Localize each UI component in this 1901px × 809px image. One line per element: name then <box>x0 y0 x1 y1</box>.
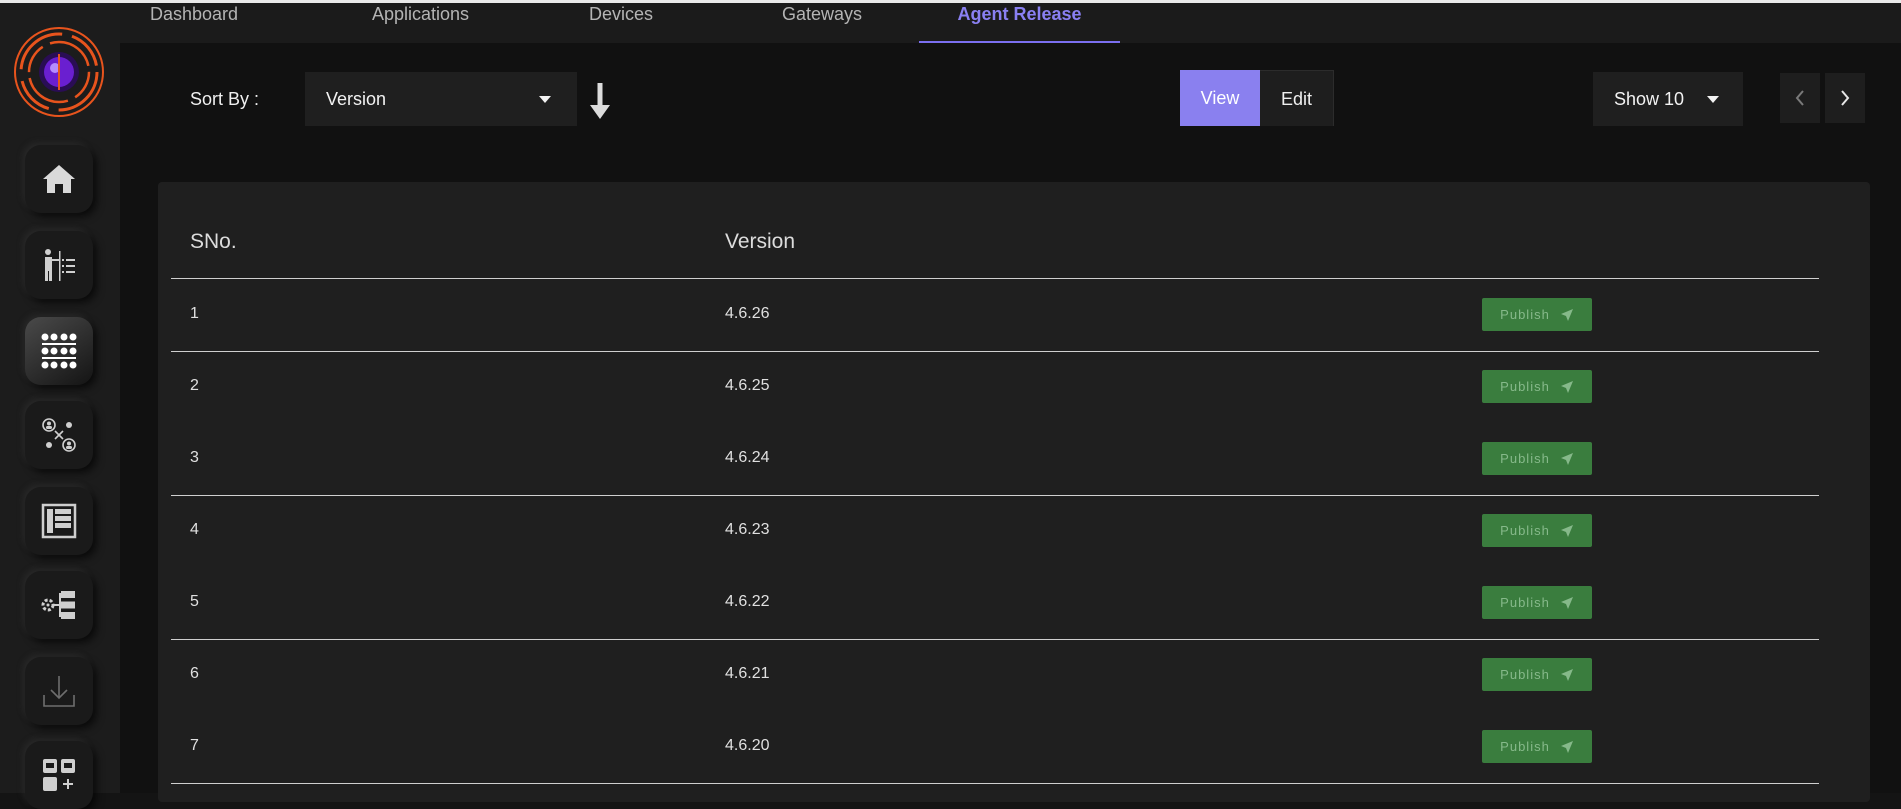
user-network-icon <box>42 418 76 452</box>
sidebar-item-layout[interactable] <box>25 487 93 555</box>
publish-button[interactable]: Publish <box>1482 586 1592 619</box>
top-nav-tabs: Dashboard Applications Devices Gateways … <box>120 3 1901 43</box>
tab-applications[interactable]: Applications <box>372 3 532 43</box>
cell-version: 4.6.26 <box>725 305 770 322</box>
cell-version: 4.6.24 <box>725 449 770 466</box>
publish-button[interactable]: Publish <box>1482 730 1592 763</box>
sort-direction-toggle[interactable] <box>588 81 612 126</box>
chevron-left-icon <box>1795 90 1804 106</box>
sidebar-item-home[interactable] <box>25 145 93 213</box>
publish-button[interactable]: Publish <box>1482 658 1592 691</box>
table-row: 7 4.6.20 Publish <box>171 711 1819 783</box>
edit-button[interactable]: Edit <box>1260 70 1334 126</box>
next-page-button[interactable] <box>1825 73 1865 123</box>
send-icon <box>1560 308 1573 321</box>
grid-dots-icon <box>41 333 77 369</box>
table-row: 4 4.6.23 Publish <box>171 495 1819 567</box>
app-logo[interactable] <box>11 24 107 120</box>
publish-label: Publish <box>1500 739 1550 754</box>
cell-version: 4.6.22 <box>725 593 770 610</box>
cell-sno: 5 <box>190 593 199 610</box>
sidebar-item-download[interactable] <box>25 657 93 725</box>
chevron-right-icon <box>1841 90 1850 106</box>
prev-page-button[interactable] <box>1780 73 1820 123</box>
sidebar-item-settings[interactable] <box>25 571 93 639</box>
publish-label: Publish <box>1500 523 1550 538</box>
view-button[interactable]: View <box>1180 70 1260 126</box>
cell-version: 4.6.25 <box>725 377 770 394</box>
sort-by-select[interactable]: Version <box>305 72 577 126</box>
logo-icon <box>14 27 104 117</box>
cell-version: 4.6.20 <box>725 737 770 754</box>
main-content: Dashboard Applications Devices Gateways … <box>120 3 1901 802</box>
sidebar-item-presenter[interactable] <box>25 231 93 299</box>
send-icon <box>1560 524 1573 537</box>
chevron-down-icon <box>539 96 551 103</box>
column-header-version: Version <box>725 230 796 253</box>
publish-label: Publish <box>1500 595 1550 610</box>
publish-label: Publish <box>1500 451 1550 466</box>
publish-button[interactable]: Publish <box>1482 442 1592 475</box>
add-widget-icon <box>43 759 75 791</box>
page-size-select[interactable]: Show 10 <box>1593 72 1743 126</box>
cell-version: 4.6.23 <box>725 521 770 538</box>
send-icon <box>1560 380 1573 393</box>
send-icon <box>1560 452 1573 465</box>
publish-label: Publish <box>1500 379 1550 394</box>
publish-label: Publish <box>1500 307 1550 322</box>
toolbar: Sort By : Version View Edit Show 10 <box>120 43 1901 143</box>
table-row: 2 4.6.25 Publish <box>171 351 1819 423</box>
sort-label: Sort By : <box>190 89 260 109</box>
table-layout-icon <box>41 503 77 539</box>
settings-hierarchy-icon <box>41 591 75 619</box>
home-icon <box>43 165 75 193</box>
cell-sno: 7 <box>190 737 199 754</box>
tab-dashboard[interactable]: Dashboard <box>150 3 310 43</box>
table-row: 5 4.6.22 Publish <box>171 567 1819 639</box>
releases-table-card: SNo. Version 1 4.6.26 Publish 2 4.6.25 P… <box>158 182 1870 802</box>
sidebar-item-apps[interactable] <box>25 317 93 385</box>
cell-version: 4.6.21 <box>725 665 770 682</box>
column-header-sno: SNo. <box>190 230 237 253</box>
cell-sno: 4 <box>190 521 199 538</box>
cell-sno: 1 <box>190 305 199 322</box>
publish-button[interactable]: Publish <box>1482 298 1592 331</box>
table-row: 6 4.6.21 Publish <box>171 639 1819 711</box>
presenter-list-icon <box>45 249 75 281</box>
table-row: 1 4.6.26 Publish <box>171 279 1819 351</box>
sort-by-value: Version <box>326 89 387 109</box>
tab-gateways[interactable]: Gateways <box>782 3 902 43</box>
row-divider <box>171 783 1819 784</box>
publish-label: Publish <box>1500 667 1550 682</box>
tab-agent-release[interactable]: Agent Release <box>919 3 1120 43</box>
download-icon <box>43 676 75 707</box>
cell-sno: 6 <box>190 665 199 682</box>
send-icon <box>1560 596 1573 609</box>
publish-button[interactable]: Publish <box>1482 514 1592 547</box>
table-row: 3 4.6.24 Publish <box>171 423 1819 495</box>
publish-button[interactable]: Publish <box>1482 370 1592 403</box>
cell-sno: 3 <box>190 449 199 466</box>
cell-sno: 2 <box>190 377 199 394</box>
sidebar-item-add-widget[interactable] <box>25 741 93 809</box>
sidebar <box>0 3 120 809</box>
arrow-down-icon <box>590 83 610 119</box>
send-icon <box>1560 740 1573 753</box>
chevron-down-icon <box>1707 96 1719 103</box>
send-icon <box>1560 668 1573 681</box>
sidebar-item-users[interactable] <box>25 401 93 469</box>
tab-devices[interactable]: Devices <box>589 3 709 43</box>
page-size-value: Show 10 <box>1614 89 1685 109</box>
